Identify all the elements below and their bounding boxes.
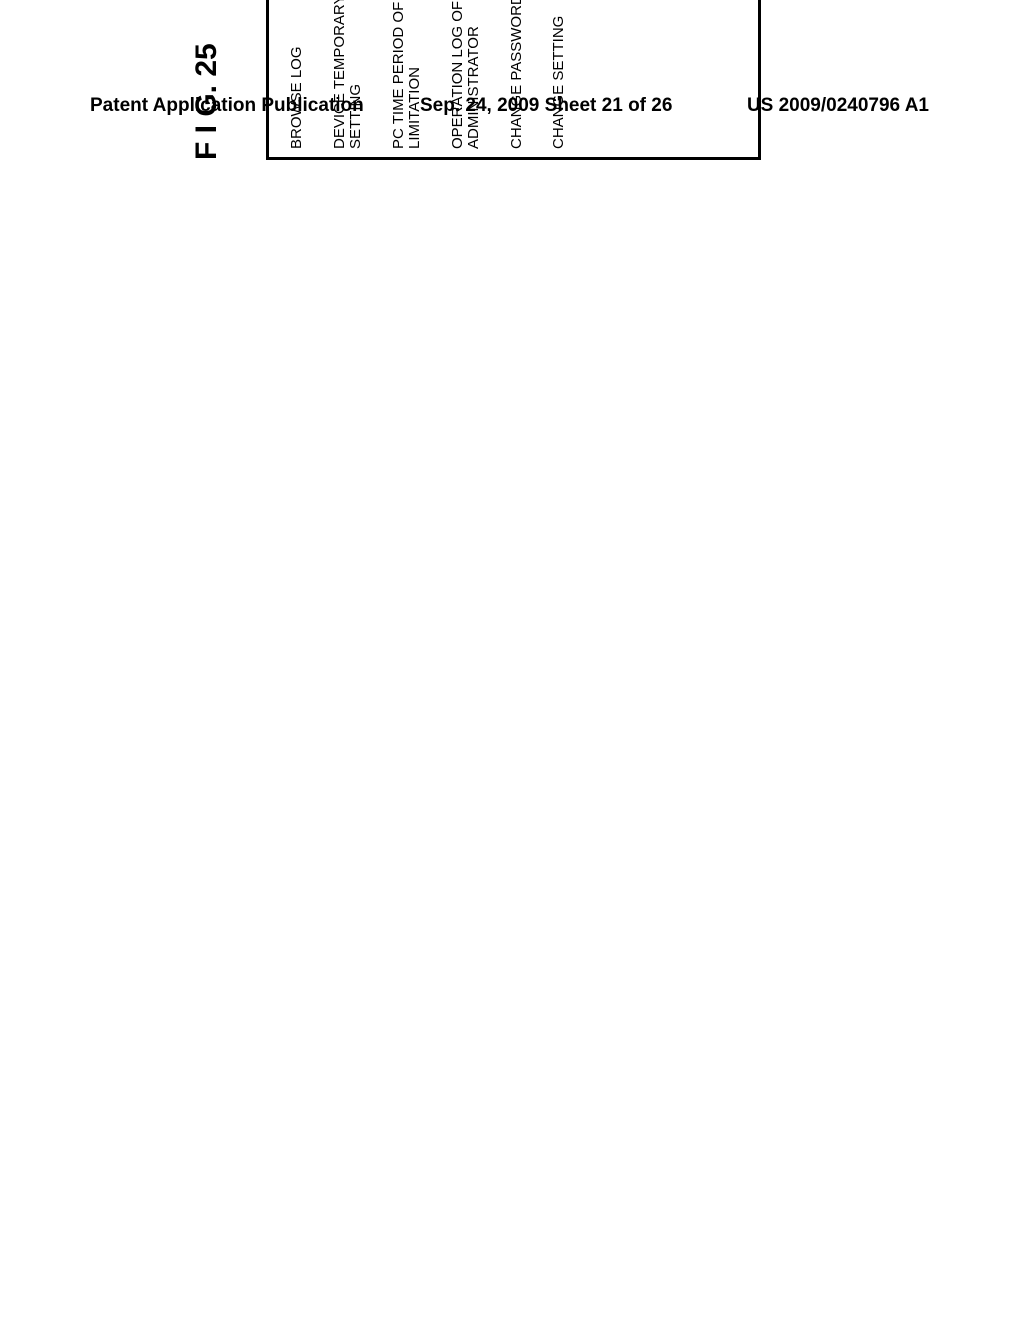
figure-label: F I G. 25 (190, 0, 224, 160)
sidebar-item-label: CHANGE PASSWORD (509, 0, 526, 149)
sidebar-item-browse-log[interactable]: BROWSE LOG (289, 0, 306, 149)
sidebar-item-operation-log-admin[interactable]: OPERATION LOG OF ADMINISTRATOR (450, 0, 483, 149)
sidebar-item-change-password[interactable]: CHANGE PASSWORD (509, 0, 526, 149)
main-window: BROWSE LOG DEVICE TEMPORARY SETTING PC T… (266, 0, 761, 160)
sidebar-item-label: BROWSE LOG (289, 46, 306, 149)
sidebar-item-device-temporary-setting[interactable]: DEVICE TEMPORARY SETTING (332, 0, 365, 149)
sidebar-item-label: OPERATION LOG OF ADMINISTRATOR (450, 0, 483, 149)
figure-container: F I G. 25 CURRENT LOGIN USER NAME : admi… (190, 0, 890, 160)
sidebar-item-label: DEVICE TEMPORARY SETTING (332, 0, 365, 149)
sidebar-item-change-setting[interactable]: CHANGE SETTING (551, 0, 568, 149)
sidebar-menu: BROWSE LOG DEVICE TEMPORARY SETTING PC T… (269, 0, 758, 157)
sidebar-item-label: CHANGE SETTING (551, 16, 568, 149)
sidebar-item-label: PC TIME PERIOD OF USE LIMITATION (391, 0, 424, 149)
sidebar-item-pc-time-limitation[interactable]: PC TIME PERIOD OF USE LIMITATION (391, 0, 424, 149)
